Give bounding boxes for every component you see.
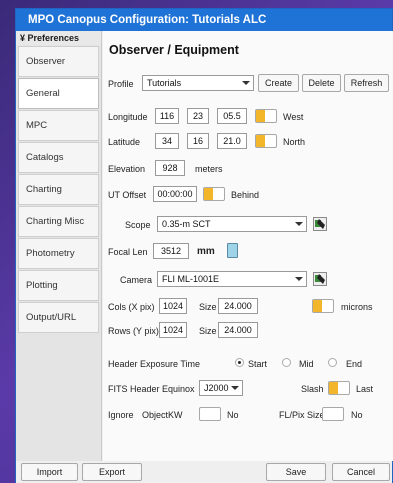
exposure-mid-label: Mid	[299, 359, 314, 369]
size-unit-toggle[interactable]	[312, 299, 334, 313]
cols-size-label: Size	[199, 302, 217, 312]
elevation-label: Elevation	[108, 164, 146, 174]
create-button[interactable]: Create	[258, 74, 299, 92]
objectkw-label: ObjectKW	[142, 410, 183, 420]
fits-equinox-select[interactable]: J2000	[199, 380, 243, 396]
longitude-direction-toggle[interactable]	[255, 109, 277, 123]
sidebar-item-charting-misc[interactable]: Charting Misc	[18, 206, 99, 237]
rows-field[interactable]: 1024	[159, 322, 187, 338]
fl-pix-size-label: FL/Pix Size	[279, 410, 325, 420]
panel-title: Observer / Equipment	[109, 43, 239, 57]
last-label: Last	[356, 384, 374, 394]
sidebar-item-observer[interactable]: Observer	[18, 46, 99, 77]
longitude-deg-field[interactable]: 116	[155, 108, 179, 124]
exposure-end-radio[interactable]	[328, 358, 337, 367]
sidebar-item-plotting[interactable]: Plotting	[18, 270, 99, 301]
focal-len-label: Focal Len	[108, 247, 148, 257]
slash-label: Slash	[301, 384, 324, 394]
ignore-label: Ignore	[108, 410, 134, 420]
exposure-end-label: End	[346, 359, 363, 369]
fits-equinox-value: J2000	[204, 383, 229, 393]
header-exposure-label: Header Exposure Time	[108, 359, 201, 369]
scope-label: Scope	[125, 220, 151, 230]
rows-size-label: Size	[199, 326, 217, 336]
exposure-start-label: Start	[248, 359, 268, 369]
fl-pix-size-value: No	[351, 410, 363, 420]
save-button[interactable]: Save	[266, 463, 326, 481]
chevron-down-icon	[295, 277, 303, 281]
cols-size-field[interactable]: 24.000	[218, 298, 258, 314]
longitude-sec-field[interactable]: 05.5	[217, 108, 247, 124]
scope-edit-icon[interactable]	[313, 217, 327, 231]
objectkw-value: No	[227, 410, 239, 420]
longitude-direction-label: West	[283, 112, 304, 122]
sidebar-item-catalogs[interactable]: Catalogs	[18, 142, 99, 173]
exposure-mid-radio[interactable]	[282, 358, 291, 367]
chevron-down-icon	[295, 222, 303, 226]
sidebar-item-output-url[interactable]: Output/URL	[18, 302, 99, 333]
export-button[interactable]: Export	[82, 463, 142, 481]
size-unit-label: microns	[341, 302, 373, 312]
window-title: MPO Canopus Configuration: Tutorials ALC	[16, 9, 392, 31]
ut-offset-direction-label: Behind	[231, 190, 260, 200]
scope-select[interactable]: 0.35-m SCT	[157, 216, 307, 232]
footer-bar: Import Export Save Cancel	[16, 461, 392, 483]
ut-offset-field[interactable]: 00:00:00	[153, 186, 197, 202]
sidebar-header[interactable]: ¥ Preferences	[16, 31, 101, 45]
scope-value: 0.35-m SCT	[162, 219, 211, 229]
cols-field[interactable]: 1024	[159, 298, 187, 314]
sidebar-item-photometry[interactable]: Photometry	[18, 238, 99, 269]
fits-equinox-label: FITS Header Equinox	[108, 384, 195, 394]
chevron-down-icon	[242, 81, 250, 85]
longitude-label: Longitude	[108, 112, 148, 122]
profile-value: Tutorials	[147, 78, 182, 88]
focal-len-unit: mm	[197, 246, 215, 257]
camera-edit-icon[interactable]	[313, 272, 327, 286]
rows-size-field[interactable]: 24.000	[218, 322, 258, 338]
ut-offset-direction-toggle[interactable]	[203, 187, 225, 201]
longitude-min-field[interactable]: 23	[187, 108, 209, 124]
slash-last-toggle[interactable]	[328, 381, 350, 395]
camera-value: FLI ML-1001E	[162, 274, 220, 284]
observer-equipment-panel: Observer / Equipment Profile Tutorials C…	[103, 31, 393, 461]
latitude-sec-field[interactable]: 21.0	[217, 133, 247, 149]
objectkw-toggle[interactable]	[199, 407, 221, 421]
camera-label: Camera	[120, 275, 153, 285]
import-button[interactable]: Import	[21, 463, 78, 481]
sidebar-item-general[interactable]: General	[18, 78, 99, 109]
ut-offset-label: UT Offset	[108, 190, 147, 200]
elevation-unit: meters	[195, 164, 223, 174]
config-window: MPO Canopus Configuration: Tutorials ALC…	[15, 8, 393, 483]
calculator-icon[interactable]	[227, 243, 238, 258]
camera-select[interactable]: FLI ML-1001E	[157, 271, 307, 287]
exposure-start-radio[interactable]	[235, 358, 244, 367]
cancel-button[interactable]: Cancel	[332, 463, 390, 481]
sidebar-item-mpc[interactable]: MPC	[18, 110, 99, 141]
rows-label: Rows (Y pix)	[108, 326, 159, 336]
latitude-deg-field[interactable]: 34	[155, 133, 179, 149]
latitude-min-field[interactable]: 16	[187, 133, 209, 149]
refresh-button[interactable]: Refresh	[344, 74, 389, 92]
elevation-field[interactable]: 928	[155, 160, 185, 176]
cols-label: Cols (X pix)	[108, 302, 155, 312]
latitude-label: Latitude	[108, 137, 141, 147]
delete-button[interactable]: Delete	[302, 74, 341, 92]
focal-len-field[interactable]: 3512	[153, 243, 189, 259]
latitude-direction-label: North	[283, 137, 306, 147]
profile-label: Profile	[108, 79, 134, 89]
chevron-down-icon	[231, 386, 239, 390]
fl-pix-size-toggle[interactable]	[322, 407, 344, 421]
latitude-direction-toggle[interactable]	[255, 134, 277, 148]
sidebar: ¥ Preferences Observer General MPC Catal…	[16, 31, 102, 461]
profile-select[interactable]: Tutorials	[142, 75, 254, 91]
sidebar-item-charting[interactable]: Charting	[18, 174, 99, 205]
